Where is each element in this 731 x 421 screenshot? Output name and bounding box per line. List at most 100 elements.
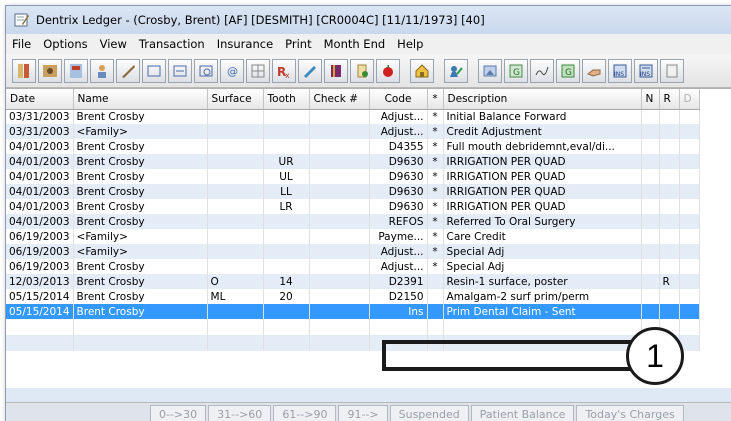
table-row[interactable]: 03/31/2003 <Family> Adjust... * Credit Adjus… bbox=[6, 124, 700, 139]
aging-61-90-button[interactable]: 61-->90 bbox=[273, 405, 337, 421]
title-bar: Dentrix Ledger - (Crosby, Brent) [AF] [D… bbox=[6, 6, 731, 34]
col-tooth-header[interactable]: Tooth bbox=[263, 89, 310, 110]
menu-view[interactable]: View bbox=[100, 37, 127, 51]
row-surface bbox=[207, 214, 264, 229]
continuing-care-icon[interactable] bbox=[194, 58, 218, 83]
ins-icon[interactable]: INS bbox=[608, 58, 632, 83]
row-name: <Family> bbox=[73, 124, 208, 139]
row-r bbox=[659, 184, 680, 199]
row-check bbox=[309, 199, 370, 214]
doc-center-icon[interactable] bbox=[246, 58, 270, 83]
table-row[interactable]: 04/01/2003 Brent Crosby D4355 * Full mouth d… bbox=[6, 139, 700, 154]
empty-cell bbox=[6, 335, 74, 351]
aging-31-60-button[interactable]: 31-->60 bbox=[208, 405, 272, 421]
table-row[interactable]: 05/15/2014 Brent Crosby ML 20 D2150 Amalgam-2… bbox=[6, 289, 700, 304]
patient-icon[interactable] bbox=[444, 58, 468, 83]
row-n bbox=[641, 304, 660, 319]
row-check bbox=[309, 109, 370, 124]
row-code: Adjust... bbox=[369, 109, 428, 124]
menu-help[interactable]: Help bbox=[397, 37, 423, 51]
row-d bbox=[679, 154, 700, 169]
row-d bbox=[679, 229, 700, 244]
table-row[interactable]: 04/01/2003 Brent Crosby LR D9630 * IRRIGATION… bbox=[6, 199, 700, 214]
row-star: * bbox=[427, 124, 444, 139]
aging-91-button[interactable]: 91--> bbox=[338, 405, 388, 421]
col-date-header[interactable]: Date bbox=[6, 89, 74, 110]
row-description: Full mouth debridemnt,eval/di... bbox=[443, 139, 642, 154]
family-file-icon[interactable] bbox=[38, 58, 62, 83]
row-surface bbox=[207, 139, 264, 154]
patient-balance-button[interactable]: Patient Balance bbox=[470, 405, 575, 421]
menu-transaction[interactable]: Transaction bbox=[139, 37, 205, 51]
col-surface-header[interactable]: Surface bbox=[207, 89, 264, 110]
document-icon[interactable] bbox=[350, 58, 374, 83]
menu-month-end[interactable]: Month End bbox=[324, 37, 386, 51]
menu-file[interactable]: File bbox=[12, 37, 31, 51]
col-n-header[interactable]: N bbox=[641, 89, 660, 110]
image-icon[interactable] bbox=[478, 58, 502, 83]
row-tooth: LL bbox=[263, 184, 310, 199]
col-description-header[interactable]: Description bbox=[443, 89, 642, 110]
apple-icon[interactable] bbox=[376, 58, 400, 83]
col-code-header[interactable]: Code bbox=[369, 89, 428, 110]
row-name: Brent Crosby bbox=[73, 214, 208, 229]
col-star-header[interactable]: * bbox=[427, 89, 444, 110]
table-row[interactable]: 06/19/2003 <Family> Payme... * Care Credit bbox=[6, 229, 700, 244]
row-r bbox=[659, 304, 680, 319]
menu-options[interactable]: Options bbox=[43, 37, 87, 51]
col-check-header[interactable]: Check # bbox=[309, 89, 370, 110]
rx-icon[interactable]: Rx bbox=[272, 58, 296, 83]
row-star: * bbox=[427, 199, 444, 214]
table-row[interactable]: 05/15/2014 Brent Crosby Ins Prim Dental Cla… bbox=[6, 304, 700, 319]
table-row[interactable]: 04/01/2003 Brent Crosby LL D9630 * IRRIGATION… bbox=[6, 184, 700, 199]
menu-insurance[interactable]: Insurance bbox=[217, 37, 273, 51]
office-journal-icon[interactable] bbox=[168, 58, 192, 83]
home-icon[interactable] bbox=[410, 58, 434, 83]
row-description: Care Credit bbox=[443, 229, 642, 244]
suspended-button[interactable]: Suspended bbox=[389, 405, 469, 421]
row-description: IRRIGATION PER QUAD bbox=[443, 199, 642, 214]
row-r bbox=[659, 169, 680, 184]
row-check bbox=[309, 214, 370, 229]
row-r bbox=[659, 259, 680, 274]
row-code: D9630 bbox=[369, 169, 428, 184]
table-row[interactable]: 06/19/2003 Brent Crosby Adjust... * Special … bbox=[6, 259, 700, 274]
hands-icon[interactable] bbox=[582, 58, 606, 83]
row-r: R bbox=[659, 274, 680, 289]
todays-charges-button[interactable]: Today's Charges bbox=[576, 405, 684, 421]
email-icon[interactable]: @ bbox=[220, 58, 244, 83]
table-row[interactable]: 06/19/2003 <Family> Adjust... * Special Adj bbox=[6, 244, 700, 259]
row-tooth: UL bbox=[263, 169, 310, 184]
empty-cell bbox=[73, 319, 208, 335]
row-star: * bbox=[427, 244, 444, 259]
aging-0-30-button[interactable]: 0-->30 bbox=[150, 405, 207, 421]
treatment-planner-icon[interactable] bbox=[116, 58, 140, 83]
ins2-icon[interactable]: INS bbox=[634, 58, 658, 83]
sign-icon[interactable] bbox=[530, 58, 554, 83]
book-icon[interactable] bbox=[324, 58, 348, 83]
col-r-header[interactable]: R bbox=[659, 89, 680, 110]
menu-print[interactable]: Print bbox=[285, 37, 311, 51]
row-d bbox=[679, 304, 700, 319]
table-row[interactable]: 04/01/2003 Brent Crosby REFOS * Referred To … bbox=[6, 214, 700, 229]
tooth-chart-icon[interactable] bbox=[12, 58, 36, 83]
patient-chart-icon[interactable] bbox=[64, 58, 88, 83]
row-date: 04/01/2003 bbox=[6, 184, 74, 199]
quick-labels-icon[interactable] bbox=[298, 58, 322, 83]
row-description: Resin-1 surface, poster bbox=[443, 274, 642, 289]
table-row[interactable]: 12/03/2013 Brent Crosby O 14 D2391 Resin-1 su… bbox=[6, 274, 700, 289]
row-tooth bbox=[263, 109, 310, 124]
notes-icon[interactable] bbox=[660, 58, 684, 83]
row-star: * bbox=[427, 184, 444, 199]
table-row[interactable]: 04/01/2003 Brent Crosby UL D9630 * IRRIGATION… bbox=[6, 169, 700, 184]
col-d-header[interactable]: D bbox=[679, 89, 700, 110]
row-d bbox=[679, 259, 700, 274]
g-icon[interactable]: G bbox=[504, 58, 528, 83]
g2-icon[interactable]: G bbox=[556, 58, 580, 83]
perio-icon[interactable] bbox=[90, 58, 114, 83]
col-name-header[interactable]: Name bbox=[73, 89, 208, 110]
table-row[interactable]: 03/31/2003 Brent Crosby Adjust... * Initial … bbox=[6, 109, 700, 124]
table-row[interactable]: 04/01/2003 Brent Crosby UR D9630 * IRRIGATION… bbox=[6, 154, 700, 169]
ledger-table: Date Name Surface Tooth Check # Code * D… bbox=[6, 89, 700, 351]
ledger-icon[interactable] bbox=[142, 58, 166, 83]
